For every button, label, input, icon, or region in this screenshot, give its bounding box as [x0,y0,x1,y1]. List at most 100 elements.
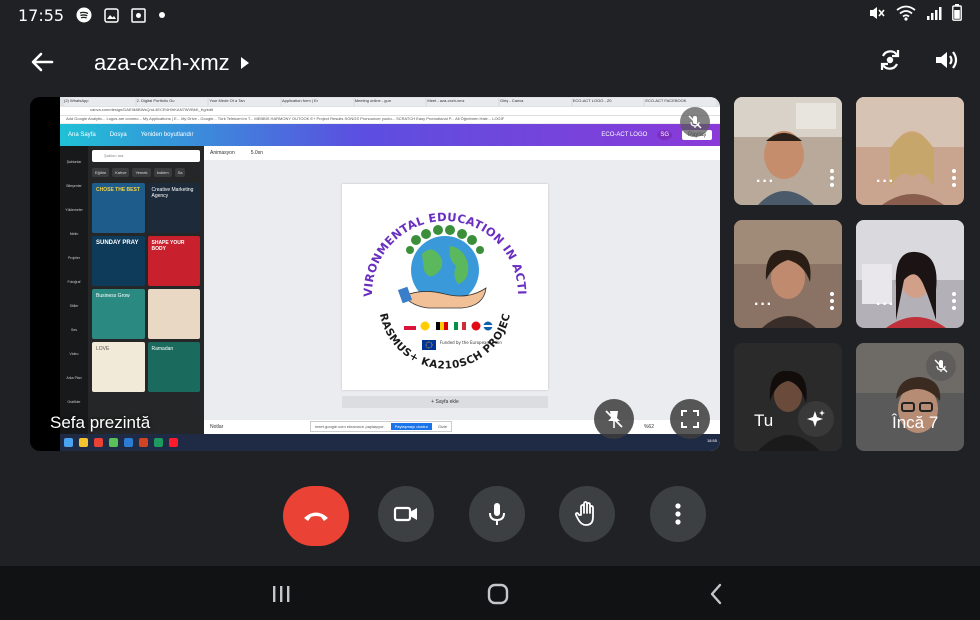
participant-tile[interactable]: ··· [856,220,964,328]
folder-icon [79,438,88,447]
canva-body: Şablonlar Bileşenler Yüklemeler Metin Pr… [60,146,720,434]
participant-video [856,220,964,328]
self-tile[interactable]: Tu [734,343,842,451]
participant-menu-icon[interactable] [952,169,956,187]
microphone-button[interactable] [469,486,525,542]
canva-menu-home: Ana Sayfa [68,132,96,138]
template-thumb: SUNDAY PRAY [92,236,145,286]
meeting-code: aza-cxzh-xmz [94,50,230,75]
template-thumb [147,289,200,339]
spotify-icon [76,7,92,23]
canva-menu-resize: Yeniden boyutlandır [140,132,194,138]
excel-icon [154,438,163,447]
browser-tab: Meeting online - gun [354,98,426,106]
status-bar: 17:55 [0,0,980,30]
rail-item: Yüklemeler [65,208,83,212]
participant-menu-icon[interactable] [952,292,956,310]
rail-item: Stiller [69,304,79,308]
canva-search: Şablon ara [92,150,200,162]
mic-off-icon [688,115,702,129]
fullscreen-button[interactable] [670,399,710,439]
participant-menu-icon[interactable] [830,169,834,187]
speaker-icon[interactable] [932,46,960,79]
canva-template-panel: Şablon ara Eğitim Kahve Yemek Indirim Sa… [88,146,204,434]
participant-more-dots: ··· [876,173,895,190]
signal-icon [926,5,942,26]
share-note-text: meet.google.com ekranınızı paylaşıyor. [315,424,385,429]
end-call-button[interactable] [283,486,349,546]
wifi-icon [896,5,916,26]
participant-menu-icon[interactable] [830,292,834,310]
participant-muted-badge [926,351,956,381]
shared-screen: (2) WhatsApp 2. Digital Portfolio Gu You… [60,97,720,451]
fullscreen-icon [681,410,699,428]
notes-label: Notlar [210,424,224,430]
nav-back-button[interactable] [701,580,731,608]
participant-tile[interactable]: ··· [856,97,964,205]
browser-tab: Your Mede Of a Tan [209,98,281,106]
caret-right-icon [240,57,249,69]
chip: Sa [174,168,186,177]
more-participants-tile[interactable]: Încă 7 [856,343,964,451]
photo-icon [131,7,146,23]
rail-item: Projeler [67,256,81,260]
participant-tile[interactable]: ··· [734,97,842,205]
toolbar-animation: Animasyon [210,150,235,156]
recent-apps-button[interactable] [266,580,296,608]
presentation-tile[interactable]: (2) WhatsApp 2. Digital Portfolio Gu You… [30,97,720,451]
windows-icon [64,438,73,447]
chip: Indirim [153,168,172,177]
self-video [734,343,842,451]
template-thumbs: CHOSE THE BEST Creative Marketing Agency… [92,183,200,392]
chip: Yemek [132,168,151,177]
dot-icon [158,11,166,19]
switch-camera-icon[interactable] [876,46,904,79]
canva-doc-name: ECO-ACT LOGO [601,132,648,138]
participant-more-dots: ··· [754,296,773,313]
participant-video [856,97,964,205]
browser-tab: (2) WhatsApp [64,98,135,106]
rail-item: Arka Plan [66,376,82,380]
rail-item: Video [69,352,79,356]
add-page-button: + Sayfa ekle [342,396,548,408]
powerpoint-icon [139,438,148,447]
participant-more-dots: ··· [876,296,895,313]
back-arrow-icon[interactable] [28,48,56,76]
browser-tab: Application form | Er [282,98,353,106]
mic-off-icon [934,359,948,373]
raise-hand-icon [575,501,594,526]
back-icon [710,583,722,605]
camera-button[interactable] [378,486,434,542]
participant-more-dots: ··· [756,173,775,190]
battery-icon [952,4,962,26]
rail-item: Metin [69,232,79,236]
chrome-icon [94,438,103,447]
rail-item: Bileşenler [66,184,82,188]
home-button[interactable] [483,580,513,608]
taskbar-clock: 18:55 [707,438,718,443]
participant-video [734,97,842,205]
camera-icon [393,506,417,522]
chip: Eğitim [92,168,110,177]
presenter-muted-badge [680,107,710,137]
canva-bottom-bar: Notlar %62 [204,420,720,434]
template-thumb: Creative Marketing Agency [147,183,200,233]
browser-tabs: (2) WhatsApp 2. Digital Portfolio Gu You… [60,97,720,107]
end-call-icon [304,512,328,521]
recent-apps-icon [273,586,290,602]
share-stop-label: Paylaşmayı durdur [390,423,432,430]
template-thumb: Business Grow [92,289,145,339]
zoom-level: %62 [643,424,654,430]
more-options-button[interactable] [650,486,706,542]
design-page: ENVIRONMENTAL EDUCATION IN ACTION [337,173,548,390]
flag-row [404,321,493,331]
meeting-code-button[interactable]: aza-cxzh-xmz [94,50,250,76]
participant-tile[interactable]: ··· [734,220,842,328]
unpin-button[interactable] [594,399,634,439]
effects-button[interactable] [798,401,834,437]
microphone-icon [489,503,505,525]
canva-rail: Şablonlar Bileşenler Yüklemeler Metin Pr… [60,146,88,434]
rail-item: Grafikler [67,400,81,404]
word-icon [124,438,133,447]
raise-hand-button[interactable] [559,486,615,542]
